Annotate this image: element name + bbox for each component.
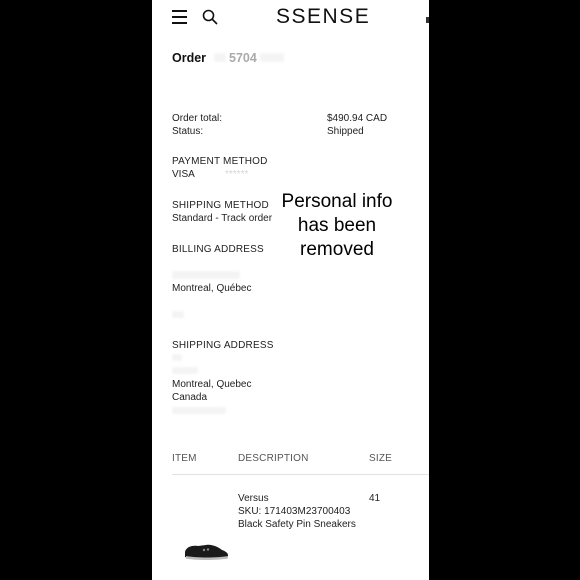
redacted-block bbox=[260, 53, 285, 62]
redaction-note: Personal info has been removed bbox=[281, 191, 393, 260]
column-header-item: ITEM bbox=[172, 453, 197, 464]
item-name[interactable]: Black Safety Pin Sneakers bbox=[238, 519, 356, 530]
column-header-size: SIZE bbox=[369, 453, 393, 464]
billing-address-heading: BILLING ADDRESS bbox=[172, 244, 264, 255]
redacted-block bbox=[213, 53, 226, 62]
shipping-method-heading: SHIPPING METHOD bbox=[172, 200, 269, 211]
item-brand[interactable]: Versus bbox=[238, 493, 269, 504]
screenshot-frame: SSENSE Order 5704 Order total: $490.94 C… bbox=[0, 0, 580, 580]
redacted-block bbox=[172, 271, 240, 279]
payment-method-heading: PAYMENT METHOD bbox=[172, 156, 268, 167]
redacted-block bbox=[172, 311, 184, 318]
order-number: 5704 bbox=[229, 51, 257, 65]
shipping-country: Canada bbox=[172, 392, 208, 403]
shipping-city: Montreal, Quebec bbox=[172, 379, 252, 390]
item-sku: SKU: 171403M23700403 bbox=[238, 506, 351, 517]
order-title-prefix: Order bbox=[172, 51, 207, 65]
column-header-description: DESCRIPTION bbox=[238, 453, 309, 464]
cart-icon[interactable] bbox=[426, 17, 429, 23]
payment-card-masked: ****** bbox=[225, 169, 249, 180]
menu-icon[interactable] bbox=[172, 10, 187, 25]
status-value: Shipped bbox=[327, 126, 364, 137]
redacted-block bbox=[172, 367, 198, 374]
shipping-address-heading: SHIPPING ADDRESS bbox=[172, 340, 274, 351]
status-label: Status: bbox=[172, 126, 204, 137]
search-icon[interactable] bbox=[202, 9, 218, 25]
order-total-value: $490.94 CAD bbox=[327, 113, 388, 124]
table-divider bbox=[172, 474, 429, 475]
redacted-block bbox=[172, 354, 182, 361]
payment-card-type: VISA bbox=[172, 169, 195, 180]
order-detail-screen: SSENSE Order 5704 Order total: $490.94 C… bbox=[152, 0, 429, 580]
brand-logo[interactable]: SSENSE bbox=[276, 5, 370, 29]
order-total-label: Order total: bbox=[172, 113, 223, 124]
shipping-method-value[interactable]: Standard - Track order bbox=[172, 213, 272, 224]
page-title: Order 5704 bbox=[172, 51, 285, 65]
billing-city: Montreal, Québec bbox=[172, 283, 252, 294]
item-size: 41 bbox=[369, 493, 381, 504]
redacted-block bbox=[172, 407, 226, 414]
sneaker-icon[interactable] bbox=[182, 538, 230, 562]
